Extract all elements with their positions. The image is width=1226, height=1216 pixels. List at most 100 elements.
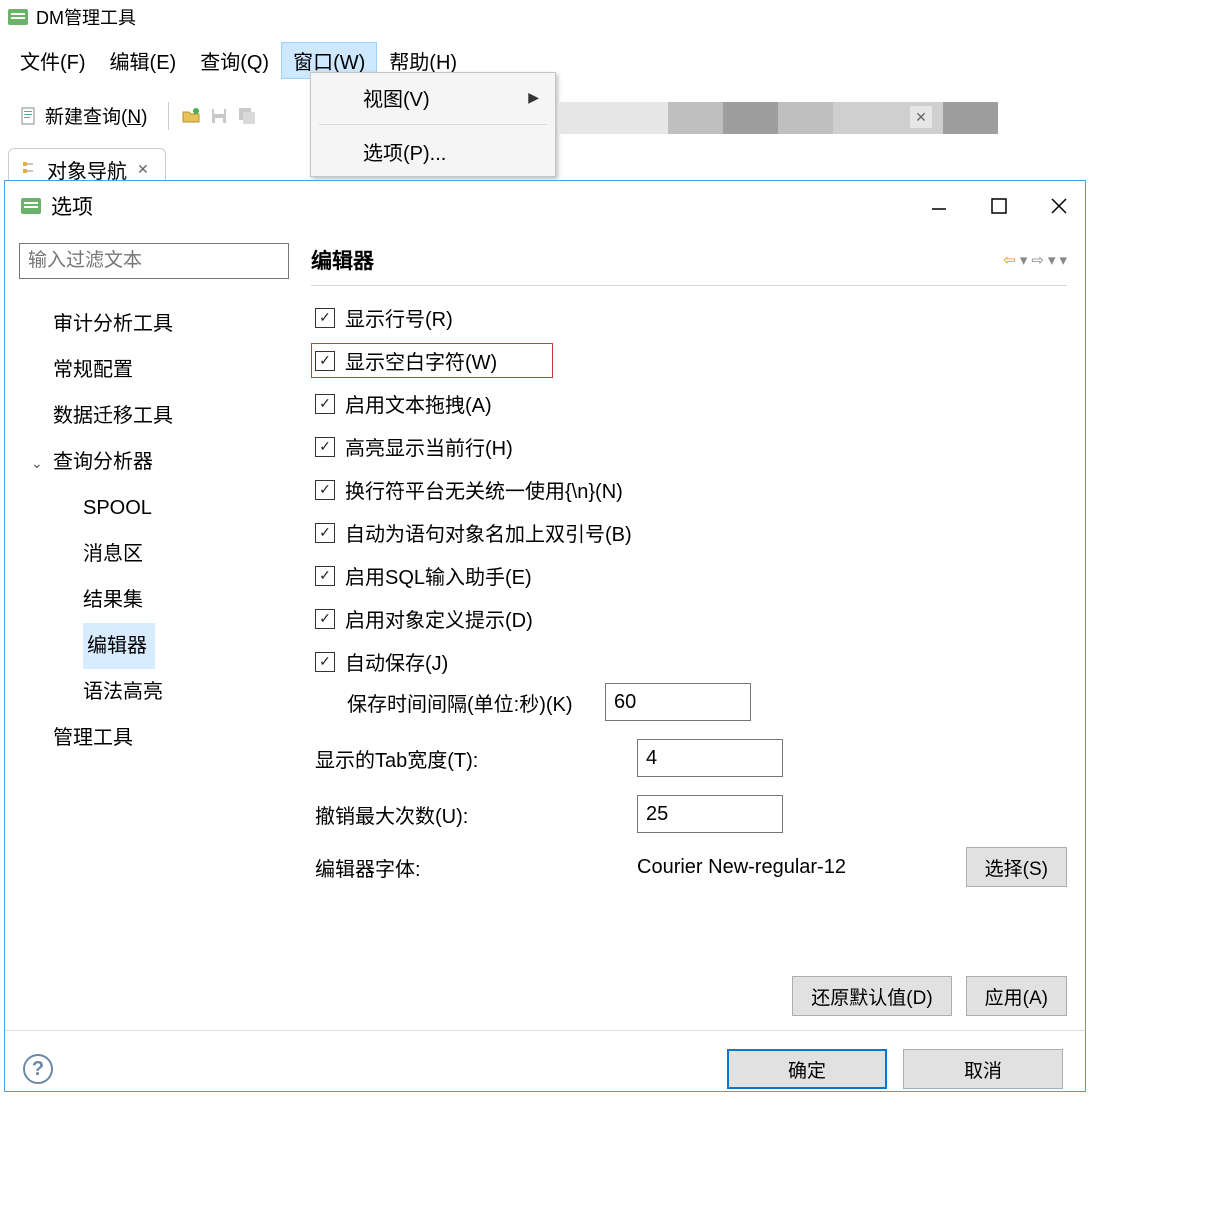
panel-nav-arrows: ⇦ ▾ ⇨ ▾ ▾ — [1003, 251, 1067, 269]
dialog-title: 选项 — [51, 191, 93, 221]
back-dropdown-icon[interactable]: ▾ — [1020, 251, 1028, 269]
checkbox-icon[interactable]: ✓ — [315, 480, 335, 500]
dialog-sidebar: 审计分析工具 常规配置 数据迁移工具 ⌄查询分析器 SPOOL 消息区 结果集 … — [5, 231, 303, 1030]
toolbar-separator — [168, 102, 169, 130]
checkbox-icon[interactable]: ✓ — [315, 308, 335, 328]
tree-result[interactable]: 结果集 — [19, 577, 289, 623]
new-query-suffix: ) — [141, 107, 147, 128]
tree-general[interactable]: 常规配置 — [19, 347, 289, 393]
tab-width-label: 显示的Tab宽度(T): — [311, 744, 623, 773]
save-interval-label: 保存时间间隔(单位:秒)(K) — [311, 688, 591, 717]
folder-open-icon[interactable] — [181, 106, 201, 126]
forward-dropdown-icon[interactable]: ▾ — [1048, 251, 1056, 269]
main-titlebar: DM管理工具 — [0, 0, 1226, 34]
filter-input[interactable] — [19, 243, 289, 279]
tree-audit[interactable]: 审计分析工具 — [19, 301, 289, 347]
tree-spool[interactable]: SPOOL — [19, 485, 289, 531]
close-button[interactable] — [1049, 197, 1069, 215]
apply-button[interactable]: 应用(A) — [966, 976, 1067, 1016]
help-icon[interactable]: ? — [23, 1054, 53, 1084]
check-sql-input-assistant[interactable]: ✓ 启用SQL输入助手(E) — [311, 558, 1067, 593]
tree-query-analyzer-label: 查询分析器 — [53, 451, 153, 473]
checkbox-icon[interactable]: ✓ — [315, 437, 335, 457]
minimize-button[interactable] — [929, 197, 949, 215]
ok-button[interactable]: 确定 — [727, 1049, 887, 1089]
checkbox-icon[interactable]: ✓ — [315, 351, 335, 371]
menu-edit[interactable]: 编辑(E) — [98, 42, 189, 79]
check-label: 启用对象定义提示(D) — [345, 604, 533, 633]
dropdown-separator — [319, 124, 547, 125]
checkbox-icon[interactable]: ✓ — [315, 523, 335, 543]
maximize-button[interactable] — [989, 197, 1009, 215]
dropdown-view-label: 视图(V) — [363, 83, 430, 112]
tree-syntax[interactable]: 语法高亮 — [19, 669, 289, 715]
window-dropdown: 视图(V) ▶ 选项(P)... — [310, 72, 556, 177]
check-newline-unify[interactable]: ✓ 换行符平台无关统一使用{\n}(N) — [311, 472, 1067, 507]
app-title: DM管理工具 — [36, 4, 136, 30]
editor-options-list: ✓ 显示行号(R) ✓ 显示空白字符(W) ✓ 启用文本拖拽(A) ✓ 高亮显示… — [311, 300, 1067, 679]
tab-close-icon[interactable]: ✕ — [133, 161, 153, 178]
forward-arrow-icon[interactable]: ⇨ — [1031, 251, 1044, 269]
check-auto-save[interactable]: ✓ 自动保存(J) — [311, 644, 1067, 679]
options-dialog: 选项 审计分析工具 常规配置 数据迁移工具 ⌄ 查询分析器 SPOOL 消息区 结… — [4, 180, 1086, 1092]
chevron-down-icon[interactable]: ⌄ — [31, 452, 47, 476]
check-highlight-current-line[interactable]: ✓ 高亮显示当前行(H) — [311, 429, 1067, 464]
undo-max-row: 撤销最大次数(U): — [311, 795, 1067, 833]
check-label: 换行符平台无关统一使用{\n}(N) — [345, 475, 623, 504]
tree-migrate[interactable]: 数据迁移工具 — [19, 393, 289, 439]
tree-editor[interactable]: 编辑器 — [83, 623, 155, 669]
dialog-titlebar: 选项 — [5, 181, 1085, 231]
checkbox-icon[interactable]: ✓ — [315, 652, 335, 672]
main-window: DM管理工具 文件(F) 编辑(E) 查询(Q) 窗口(W) 帮助(H) 新建查… — [0, 0, 1226, 190]
undo-max-input[interactable] — [637, 795, 783, 833]
tree-message[interactable]: 消息区 — [19, 531, 289, 577]
dropdown-options[interactable]: 选项(P)... — [311, 127, 555, 176]
save-all-icon[interactable] — [237, 106, 257, 126]
font-value: Courier New-regular-12 — [637, 856, 952, 879]
dropdown-view[interactable]: 视图(V) ▶ — [311, 73, 555, 122]
new-query-button[interactable]: 新建查询(N) — [10, 97, 156, 134]
menu-query[interactable]: 查询(Q) — [188, 42, 281, 79]
choose-font-button[interactable]: 选择(S) — [966, 847, 1067, 887]
blurred-tab-area — [558, 102, 998, 134]
check-label: 启用SQL输入助手(E) — [345, 561, 532, 590]
tree-manage[interactable]: 管理工具 — [19, 715, 289, 761]
save-interval-row: 保存时间间隔(单位:秒)(K) — [311, 683, 1067, 721]
save-icon[interactable] — [209, 106, 229, 126]
restore-defaults-button[interactable]: 还原默认值(D) — [792, 976, 951, 1016]
check-show-whitespace[interactable]: ✓ 显示空白字符(W) — [311, 343, 553, 378]
blurred-tab-close-icon[interactable]: ✕ — [910, 106, 932, 128]
checkbox-icon[interactable]: ✓ — [315, 609, 335, 629]
menu-file[interactable]: 文件(F) — [8, 42, 98, 79]
tree-icon — [21, 160, 41, 180]
menu-dropdown-icon[interactable]: ▾ — [1059, 251, 1067, 269]
dropdown-options-label: 选项(P)... — [363, 137, 446, 166]
tab-width-row: 显示的Tab宽度(T): — [311, 739, 1067, 777]
cancel-button[interactable]: 取消 — [903, 1049, 1063, 1089]
dialog-footer: ? 确定 取消 — [5, 1031, 1085, 1089]
dialog-icon — [21, 198, 41, 214]
back-arrow-icon[interactable]: ⇦ — [1003, 251, 1016, 269]
menubar: 文件(F) 编辑(E) 查询(Q) 窗口(W) 帮助(H) — [0, 34, 1226, 93]
font-label: 编辑器字体: — [311, 853, 623, 882]
panel-title: 编辑器 — [311, 245, 374, 275]
settings-tree: 审计分析工具 常规配置 数据迁移工具 ⌄查询分析器 SPOOL 消息区 结果集 … — [19, 301, 289, 761]
app-icon — [8, 9, 28, 25]
chevron-right-icon: ▶ — [528, 89, 539, 106]
save-interval-input[interactable] — [605, 683, 751, 721]
dialog-main-panel: 编辑器 ⇦ ▾ ⇨ ▾ ▾ ✓ 显示行号(R) ✓ 显示空白字符(W) — [303, 231, 1085, 1030]
tab-width-input[interactable] — [637, 739, 783, 777]
check-label: 自动保存(J) — [345, 647, 448, 676]
checkbox-icon[interactable]: ✓ — [315, 394, 335, 414]
check-enable-text-drag[interactable]: ✓ 启用文本拖拽(A) — [311, 386, 1067, 421]
check-label: 高亮显示当前行(H) — [345, 432, 513, 461]
check-show-line-numbers[interactable]: ✓ 显示行号(R) — [311, 300, 1067, 335]
checkbox-icon[interactable]: ✓ — [315, 566, 335, 586]
check-label: 启用文本拖拽(A) — [345, 389, 492, 418]
document-icon — [19, 106, 39, 126]
new-query-prefix: 新建查询( — [45, 107, 127, 128]
check-label: 显示空白字符(W) — [345, 346, 497, 375]
check-object-def-hints[interactable]: ✓ 启用对象定义提示(D) — [311, 601, 1067, 636]
check-auto-quote-objects[interactable]: ✓ 自动为语句对象名加上双引号(B) — [311, 515, 1067, 550]
tree-query-analyzer[interactable]: ⌄ 查询分析器 — [19, 439, 289, 485]
